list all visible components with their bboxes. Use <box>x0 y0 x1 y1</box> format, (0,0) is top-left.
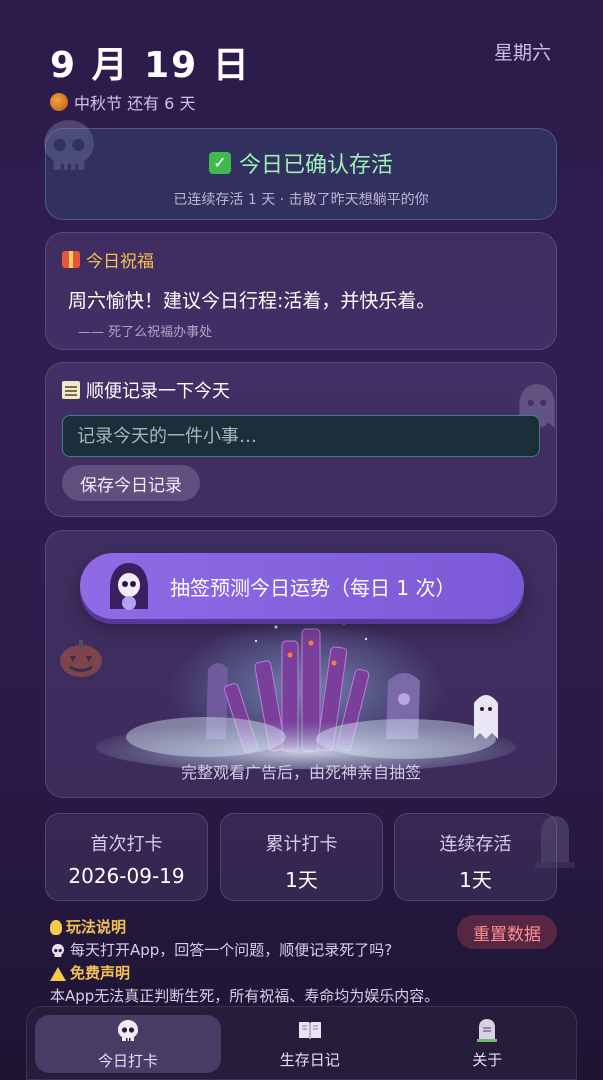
tab-daily-checkin[interactable]: 今日打卡 <box>35 1015 221 1073</box>
rules-title: 玩法说明 <box>66 918 127 936</box>
date-title: 9 月 19 日 <box>50 45 251 86</box>
stat-label: 累计打卡 <box>265 834 338 855</box>
memo-icon <box>62 381 80 399</box>
fortune-caption: 完整观看广告后，由死神亲自抽签 <box>180 763 421 782</box>
blessing-heading: 今日祝福 <box>86 252 154 272</box>
gift-icon <box>62 251 80 268</box>
stat-streak: 连续存活 1天 <box>394 813 557 901</box>
blessing-signature: —— 死了么祝福办事处 <box>78 325 213 340</box>
festival-countdown: 中秋节 还有 6 天 <box>50 90 195 114</box>
disclaimer-text: 本App无法真正判断生死，所有祝福、寿命均为娱乐内容。 <box>50 987 440 1005</box>
reset-data-button[interactable]: 重置数据 <box>457 915 557 949</box>
grim-reaper-icon <box>110 563 148 610</box>
stat-label: 连续存活 <box>439 834 512 855</box>
tab-label: 今日打卡 <box>97 1051 158 1070</box>
stat-value: 2026-09-19 <box>68 864 185 888</box>
tab-label: 生存日记 <box>279 1050 340 1069</box>
stat-first-checkin: 首次打卡 2026-09-19 <box>45 813 208 901</box>
skull-icon <box>52 943 64 957</box>
draw-fortune-label: 抽签预测今日运势（每日 1 次） <box>170 575 456 600</box>
daily-record-card: 顺便记录一下今天 保存今日记录 <box>45 362 557 517</box>
blessing-card: 今日祝福 周六愉快！建议今日行程:活着，并快乐着。 —— 死了么祝福办事处 <box>45 232 557 350</box>
tombstone-icon <box>477 1018 498 1042</box>
stat-total-checkin: 累计打卡 1天 <box>220 813 383 901</box>
warning-icon <box>50 966 66 981</box>
festival-countdown-text: 中秋节 还有 6 天 <box>74 94 196 113</box>
weekday-label: 星期六 <box>493 42 551 64</box>
survival-confirm-card: ✓ 今日已确认存活 已连续存活 1 天 · 击散了昨天想躺平的你 <box>45 128 557 220</box>
fortune-card: 抽签预测今日运势（每日 1 次） 完整观看广告后，由死神亲自抽签 <box>45 530 557 798</box>
tab-about[interactable]: 关于 <box>399 1007 577 1079</box>
tab-label: 关于 <box>472 1050 503 1069</box>
stat-value: 1天 <box>285 868 318 892</box>
check-icon: ✓ <box>208 152 231 174</box>
mooncake-icon <box>50 93 68 111</box>
skull-icon <box>118 1019 138 1041</box>
disclaimer-title: 免费声明 <box>70 964 131 982</box>
save-record-button[interactable]: 保存今日记录 <box>62 465 200 501</box>
lightbulb-icon <box>50 920 62 935</box>
stat-label: 首次打卡 <box>90 834 163 855</box>
confirm-title: 今日已确认存活 <box>238 153 393 178</box>
daily-record-input[interactable] <box>62 415 540 457</box>
confirm-subtitle: 已连续存活 1 天 · 击散了昨天想躺平的你 <box>173 192 429 208</box>
draw-fortune-button[interactable]: 抽签预测今日运势（每日 1 次） <box>80 553 524 619</box>
record-heading: 顺便记录一下今天 <box>86 381 230 402</box>
tab-survival-diary[interactable]: 生存日记 <box>221 1007 399 1079</box>
bottom-tab-bar: 今日打卡 生存日记 关于 <box>26 1006 577 1080</box>
graveyard-fortune-sticks-illustration <box>96 619 516 769</box>
blessing-text: 周六愉快！建议今日行程:活着，并快乐着。 <box>68 290 436 312</box>
rules-text: 每天打开App，回答一个问题，顺便记录死了吗? <box>70 941 393 959</box>
help-section: 玩法说明 每天打开App，回答一个问题，顺便记录死了吗? 免费声明 本App无法… <box>50 916 450 1008</box>
stat-value: 1天 <box>459 868 492 892</box>
book-icon <box>298 1021 321 1039</box>
